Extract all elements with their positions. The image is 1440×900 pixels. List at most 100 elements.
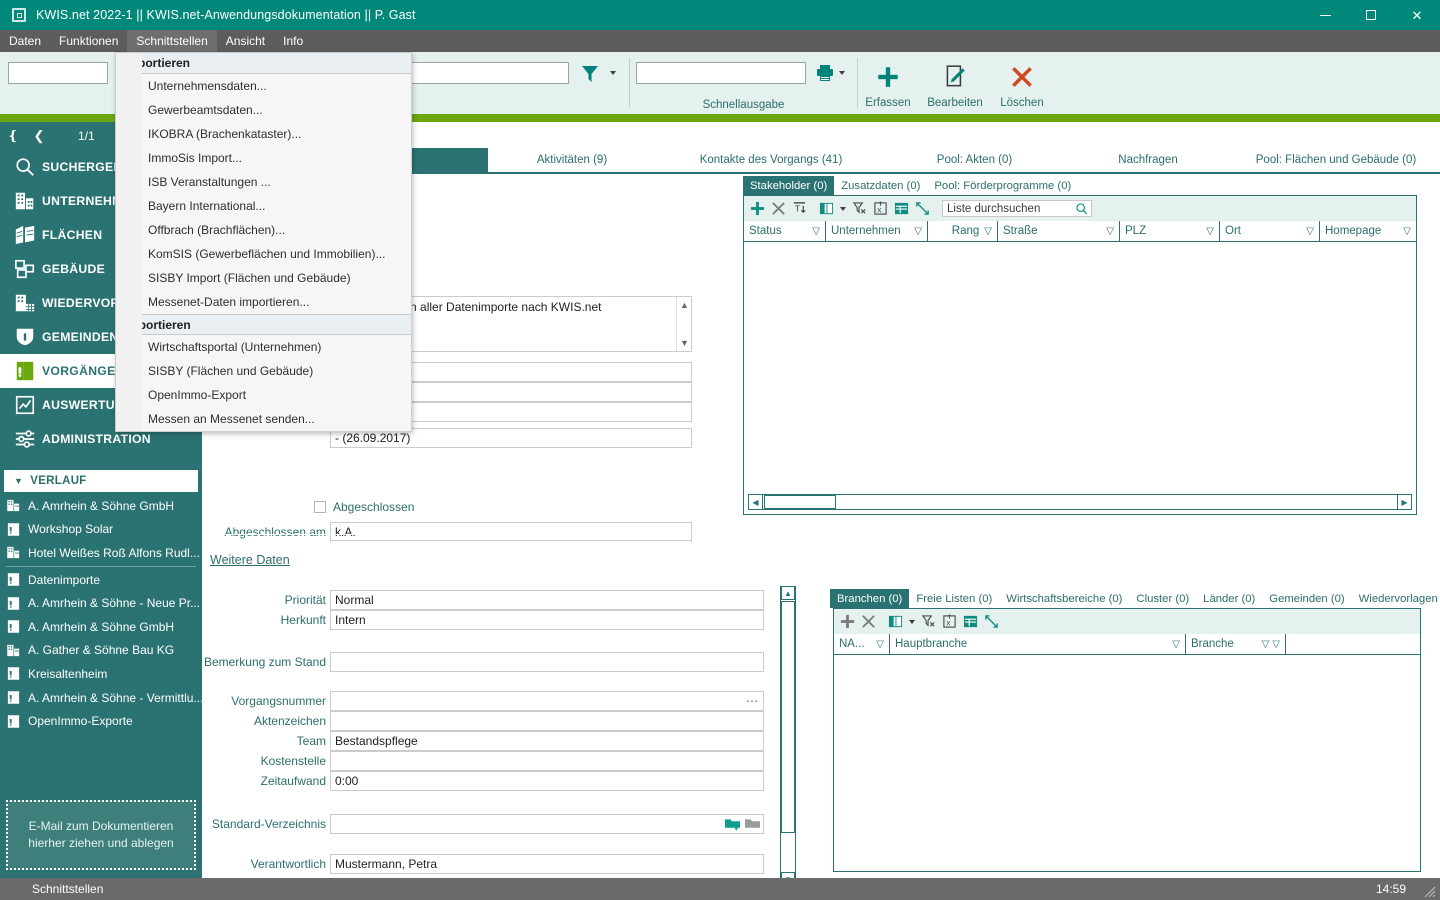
clear-filter-icon[interactable] <box>852 201 867 216</box>
hscrollbar-thumb[interactable] <box>764 495 836 509</box>
menu-ansicht[interactable]: Ansicht <box>217 30 274 52</box>
verlauf-header[interactable]: ▼ VERLAUF <box>4 470 198 492</box>
list-item[interactable]: Kreisaltenheim <box>0 662 202 686</box>
tab-cluster[interactable]: Cluster (0) <box>1129 589 1196 608</box>
list-item[interactable]: OpenImmo-Exporte <box>0 709 202 733</box>
ellipsis-icon[interactable]: ⋯ <box>746 694 759 708</box>
filter-funnel-icon[interactable]: ▽ <box>1403 226 1411 237</box>
menu-schnittstellen[interactable]: Schnittstellen <box>127 30 217 52</box>
columns-chevron-down-icon[interactable] <box>840 206 846 211</box>
menu-item-messen-an-messenet-senden[interactable]: Messen an Messenet senden... <box>116 407 411 431</box>
bemerkung-zum-stand-field[interactable] <box>330 652 764 672</box>
menu-item-messenet-daten-importieren[interactable]: Messenet-Daten importieren... <box>116 290 411 314</box>
email-dropzone[interactable]: E-Mail zum Dokumentieren hierher ziehen … <box>6 800 196 870</box>
scroll-down-icon[interactable]: ▼ <box>680 338 689 348</box>
column-header-unternehmen[interactable]: Unternehmen ▽ <box>826 221 928 241</box>
list-item[interactable]: Datenimporte <box>0 568 202 592</box>
column-header-branche[interactable]: Branche ▽ ▽ <box>1186 634 1286 654</box>
herkunft-field[interactable]: Intern <box>330 610 764 630</box>
menu-item-offbrach[interactable]: Offbrach (Brachflächen)... <box>116 218 411 242</box>
tab-wirtschaftsbereiche[interactable]: Wirtschaftsbereiche (0) <box>999 589 1129 608</box>
column-header-ort[interactable]: Ort ▽ <box>1220 221 1320 241</box>
menu-item-unternehmensdaten[interactable]: Unternehmensdaten... <box>116 74 411 98</box>
arrow-left-icon[interactable]: ◀ <box>749 495 763 509</box>
menu-item-sisby-import[interactable]: SISBY Import (Flächen und Gebäude) <box>116 266 411 290</box>
vorgangsnummer-field[interactable]: ⋯ <box>330 691 764 711</box>
filter-funnel-icon[interactable]: ▽ <box>876 639 884 650</box>
export-excel-icon[interactable]: x <box>873 201 888 216</box>
standard-verzeichnis-field[interactable] <box>330 814 764 834</box>
folder-add-icon[interactable] <box>725 817 740 831</box>
expand-icon[interactable] <box>984 614 999 629</box>
export-excel-icon[interactable]: x <box>942 614 957 629</box>
menu-daten[interactable]: Daten <box>0 30 50 52</box>
list-item[interactable]: A. Amrhein & Söhne - Neue Pr... <box>0 591 202 615</box>
tab-gemeinden[interactable]: Gemeinden (0) <box>1262 589 1351 608</box>
list-item[interactable]: A. Amrhein & Söhne GmbH <box>0 494 202 518</box>
team-field[interactable]: Bestandspflege <box>330 731 764 751</box>
tab-wiedervorlagen[interactable]: Wiedervorlagen (0) <box>1352 589 1440 608</box>
add-icon[interactable] <box>750 201 765 216</box>
filter-funnel-icon[interactable]: ▽ <box>984 226 992 237</box>
filter-dropdown-chevron-down-icon[interactable] <box>610 71 616 75</box>
columns-icon[interactable] <box>888 614 903 629</box>
list-item[interactable]: Workshop Solar <box>0 518 202 542</box>
stakeholder-hscrollbar[interactable]: ◀ ▶ <box>748 494 1412 510</box>
filter-funnel-icon[interactable]: ▽ <box>1206 226 1214 237</box>
filter-funnel-icon[interactable]: ▽ <box>812 226 820 237</box>
resize-grip-icon[interactable] <box>1422 884 1436 898</box>
list-item[interactable]: A. Amrhein & Söhne - Vermittlu... <box>0 686 202 710</box>
go-previous-icon[interactable]: ❮ <box>26 128 52 144</box>
columns-chevron-down-icon[interactable] <box>909 619 915 624</box>
menu-item-bayern-international[interactable]: Bayern International... <box>116 194 411 218</box>
sort-descending-icon[interactable]: ▽ <box>1262 639 1270 650</box>
kostenstelle-field[interactable] <box>330 751 764 771</box>
column-header-rang[interactable]: Rang ▽ <box>928 221 998 241</box>
magnifier-icon[interactable] <box>1075 202 1088 218</box>
filter-funnel-icon[interactable]: ▽ <box>1272 639 1280 650</box>
tab-freie-listen[interactable]: Freie Listen (0) <box>909 589 999 608</box>
filter-input[interactable] <box>404 62 569 84</box>
tab-zusatzdaten[interactable]: Zusatzdaten (0) <box>834 176 927 195</box>
tab-kontakte[interactable]: Kontakte des Vorgangs (41) <box>656 148 886 172</box>
list-item[interactable]: Hotel Weißes Roß Alfons Rudl... <box>0 541 202 565</box>
verantwortlich-field[interactable]: Mustermann, Petra <box>330 854 764 874</box>
scroll-up-icon[interactable]: ▲ <box>781 586 795 600</box>
tab-branchen[interactable]: Branchen (0) <box>830 589 910 608</box>
filter-funnel-icon[interactable]: ▽ <box>914 226 922 237</box>
abgeschlossen-checkbox[interactable] <box>314 501 326 513</box>
column-header-status[interactable]: Status ▽ <box>744 221 826 241</box>
menu-funktionen[interactable]: Funktionen <box>50 30 127 52</box>
folder-open-icon[interactable] <box>745 817 760 831</box>
arrow-right-icon[interactable]: ▶ <box>1397 495 1411 509</box>
go-first-icon[interactable]: ❴ <box>0 128 26 144</box>
tab-stakeholder[interactable]: Stakeholder (0) <box>743 176 835 195</box>
tab-pool-akten[interactable]: Pool: Akten (0) <box>886 148 1063 172</box>
remove-x-icon[interactable] <box>861 614 876 629</box>
add-icon[interactable] <box>840 614 855 629</box>
menu-item-ikobra[interactable]: IKOBRA (Brachenkataster)... <box>116 122 411 146</box>
form-vertical-scrollbar[interactable]: ▲ ▼ <box>780 586 796 886</box>
sort-icon[interactable]: T <box>792 201 807 216</box>
loeschen-button[interactable]: Löschen <box>989 56 1055 112</box>
menu-item-gewerbeamtsdaten[interactable]: Gewerbeamtsdaten... <box>116 98 411 122</box>
column-header-na[interactable]: NA... ▽ <box>834 634 890 654</box>
tab-pool-foerderprogramme[interactable]: Pool: Förderprogramme (0) <box>927 176 1078 195</box>
minimize-icon[interactable] <box>1302 0 1348 30</box>
remove-x-icon[interactable] <box>771 201 786 216</box>
tab-aktivitaeten[interactable]: Aktivitäten (9) <box>488 148 656 172</box>
bearbeiten-button[interactable]: Bearbeiten <box>922 56 988 112</box>
close-icon[interactable]: ✕ <box>1394 0 1440 30</box>
clear-filter-icon[interactable] <box>921 614 936 629</box>
aktenzeichen-field[interactable] <box>330 711 764 731</box>
print-dropdown-chevron-down-icon[interactable] <box>839 71 845 75</box>
search-input[interactable] <box>8 62 108 84</box>
list-item[interactable]: A. Gather & Söhne Bau KG <box>0 639 202 663</box>
menu-item-isb-veranstaltungen[interactable]: ISB Veranstaltungen ... <box>116 170 411 194</box>
tab-nachfragen[interactable]: Nachfragen <box>1063 148 1233 172</box>
filter-funnel-icon[interactable] <box>580 64 600 87</box>
printer-icon[interactable] <box>815 63 835 86</box>
abgeschlossen-am-field[interactable]: k.A. <box>330 522 692 542</box>
filter-funnel-icon[interactable]: ▽ <box>1172 639 1180 650</box>
column-header-homepage[interactable]: Homepage ▽ <box>1320 221 1416 241</box>
